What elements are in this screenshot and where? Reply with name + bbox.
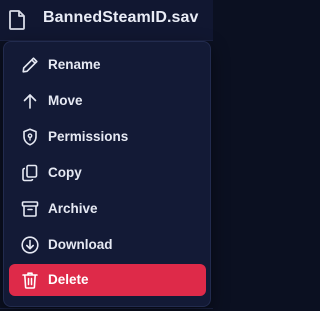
- menu-item-label: Permissions: [48, 129, 129, 144]
- menu-item-permissions[interactable]: Permissions: [9, 121, 206, 153]
- menu-item-move[interactable]: Move: [9, 85, 206, 117]
- copy-icon: [20, 163, 40, 183]
- menu-item-download[interactable]: Download: [9, 229, 206, 261]
- row-divider: [0, 308, 213, 309]
- pencil-icon: [20, 55, 40, 75]
- menu-item-archive[interactable]: Archive: [9, 193, 206, 225]
- menu-item-rename[interactable]: Rename: [9, 49, 206, 81]
- context-menu: Rename Move Permissions Copy Archive Dow…: [3, 41, 211, 307]
- menu-item-label: Download: [48, 237, 113, 252]
- menu-item-copy[interactable]: Copy: [9, 157, 206, 189]
- file-row[interactable]: BannedSteamID.sav: [0, 0, 213, 40]
- archive-icon: [20, 199, 40, 219]
- trash-icon: [20, 270, 40, 290]
- download-icon: [20, 235, 40, 255]
- file-name: BannedSteamID.sav: [43, 9, 199, 26]
- arrow-up-icon: [20, 91, 40, 111]
- menu-item-label: Copy: [48, 165, 82, 180]
- menu-item-label: Move: [48, 93, 83, 108]
- menu-item-label: Delete: [48, 272, 89, 287]
- menu-item-label: Rename: [48, 57, 101, 72]
- menu-item-delete[interactable]: Delete: [9, 264, 206, 296]
- shield-lock-icon: [20, 127, 40, 147]
- file-icon: [8, 10, 26, 30]
- menu-item-label: Archive: [48, 201, 98, 216]
